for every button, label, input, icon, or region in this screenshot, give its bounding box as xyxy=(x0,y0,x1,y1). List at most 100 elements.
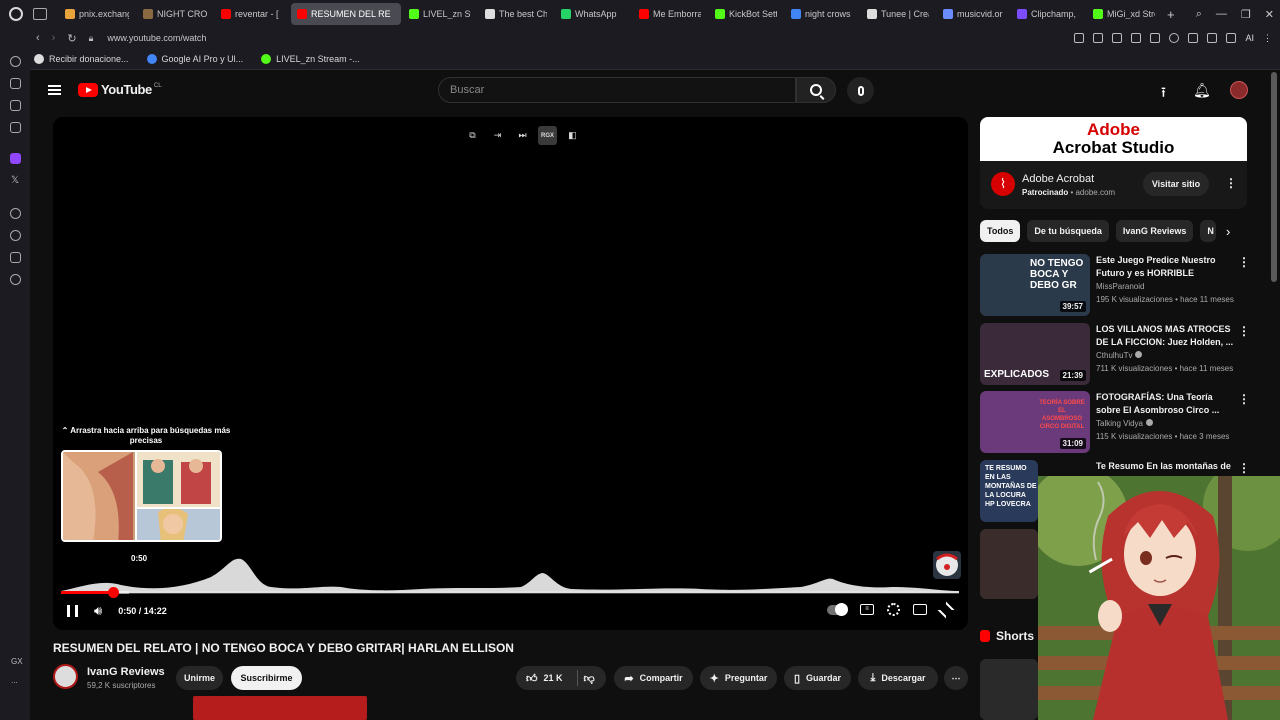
downloads-icon[interactable] xyxy=(1226,33,1237,43)
recommendation-card[interactable]: TEORÍA SOBRE EL ASOMBROSO CIRCO DIGITAL 3… xyxy=(980,391,1265,453)
miniplayer-button[interactable] xyxy=(913,604,927,615)
join-button[interactable]: Unirme xyxy=(176,666,223,690)
minimize-button[interactable]: — xyxy=(1216,8,1227,20)
browser-tab[interactable]: MiGi_xd Stre xyxy=(1087,3,1161,25)
player-sidebar-icon[interactable] xyxy=(10,208,21,219)
reload-button[interactable]: ↻ xyxy=(67,32,76,45)
maximize-button[interactable]: ❐ xyxy=(1241,8,1251,21)
browser-menu-icon[interactable]: ⋮ xyxy=(1263,33,1272,44)
share-button[interactable]: ➦ Compartir xyxy=(614,666,693,690)
recommendation-more-icon[interactable]: ⋮ xyxy=(1238,324,1250,338)
chips-next-arrow-icon[interactable]: › xyxy=(1226,224,1230,239)
twitch-icon[interactable] xyxy=(10,153,21,164)
filter-chip[interactable]: De tu búsqueda xyxy=(1027,220,1109,242)
partial-recommendation-thumbnail[interactable] xyxy=(980,529,1038,599)
url-field[interactable]: www.youtube.com/watch xyxy=(107,33,206,43)
bookmark-item[interactable]: Recibir donacione... xyxy=(34,53,129,64)
ad-banner[interactable]: Adobe Acrobat Studio xyxy=(980,117,1247,161)
filter-chip[interactable]: Todos xyxy=(980,220,1021,242)
browser-tab[interactable]: NIGHT CRO xyxy=(137,3,213,25)
shorts-thumbnail[interactable] xyxy=(980,659,1038,720)
heart-icon[interactable] xyxy=(1169,33,1180,43)
ad-more-icon[interactable]: ⋮ xyxy=(1225,176,1237,190)
recommendation-card[interactable]: EXPLICADOS 21:39 LOS VILLANOS MAS ATROCES … xyxy=(980,323,1265,385)
sidebar-more-icon[interactable]: ... xyxy=(11,676,18,685)
recommendation-thumbnail[interactable]: NO TENGO BOCA Y DEBO GR 39:57 xyxy=(980,254,1090,316)
side-panel-icon[interactable]: ◧ xyxy=(563,126,582,145)
page-scrollbar[interactable] xyxy=(1271,72,1277,282)
save-button[interactable]: ▯ Guardar xyxy=(784,666,851,690)
visit-site-button[interactable]: Visitar sitio xyxy=(1143,172,1209,196)
autoplay-toggle[interactable] xyxy=(827,602,848,616)
browser-tab[interactable]: WhatsApp xyxy=(555,3,631,25)
extensions-sidebar-icon[interactable] xyxy=(10,252,21,263)
speed-dial-icon[interactable] xyxy=(10,56,21,67)
browser-tab[interactable]: LIVEL_zn St xyxy=(403,3,477,25)
ask-button[interactable]: ✦ Preguntar xyxy=(700,666,777,690)
browser-tab[interactable]: night crows xyxy=(785,3,859,25)
channel-watermark[interactable] xyxy=(933,551,961,579)
shield-icon[interactable] xyxy=(1112,33,1123,43)
back-button[interactable]: ‹ xyxy=(36,32,40,44)
channel-name[interactable]: IvanG Reviews xyxy=(87,666,165,678)
vpn-icon[interactable] xyxy=(1131,33,1142,43)
browser-tab[interactable]: Tunee | Crea xyxy=(861,3,935,25)
bookmark-item[interactable]: LIVEL_zn Stream -... xyxy=(261,53,360,64)
bookmark-page-icon[interactable] xyxy=(1074,33,1085,43)
more-actions-button[interactable]: ⋯ xyxy=(944,666,968,690)
volume-icon[interactable]: 🔊︎ xyxy=(94,603,102,619)
bookmark-item[interactable]: Google AI Pro y Ul... xyxy=(146,53,243,64)
x-twitter-icon[interactable]: 𝕏 xyxy=(11,175,19,186)
recommendation-more-icon[interactable]: ⋮ xyxy=(1238,461,1250,475)
messenger-icon[interactable] xyxy=(10,122,21,133)
settings-gear-icon[interactable] xyxy=(887,603,900,616)
recommendation-title[interactable]: Este Juego Predice Nuestro Futuro y es H… xyxy=(1096,254,1236,280)
filter-chip[interactable]: N xyxy=(1200,220,1217,242)
recommendation-thumbnail[interactable]: TE RESUMO EN LAS MONTAÑAS DE LA LOCURA H… xyxy=(980,460,1038,522)
scrubber-handle[interactable] xyxy=(108,587,120,598)
recommendation-more-icon[interactable]: ⋮ xyxy=(1238,255,1250,269)
recommendation-title[interactable]: FOTOGRAFÍAS: Una Teoría sobre El Asombro… xyxy=(1096,391,1236,417)
recommendation-card[interactable]: NO TENGO BOCA Y DEBO GR 39:57 Este Juego P… xyxy=(980,254,1265,316)
video-player[interactable]: ⧉ ⇥ ⏭︎ RGX ◧ ⌃ Arrastra hacia arriba par… xyxy=(53,117,968,630)
pause-button[interactable] xyxy=(67,605,78,617)
download-button[interactable]: ⤓ Descargar xyxy=(858,666,938,690)
browser-tab[interactable]: musicvid.or xyxy=(937,3,1009,25)
user-avatar[interactable] xyxy=(1230,81,1248,99)
progress-bar[interactable] xyxy=(61,591,959,594)
player-icon[interactable] xyxy=(1150,33,1161,43)
recommendation-channel[interactable]: Talking Vidya xyxy=(1096,419,1153,428)
settings-icon[interactable] xyxy=(10,274,21,285)
browser-tab[interactable]: pnix.exchang xyxy=(59,3,135,25)
voice-search-button[interactable] xyxy=(847,77,874,104)
music-player-icon[interactable] xyxy=(10,78,21,89)
recommendation-title[interactable]: Te Resumo En las montañas de xyxy=(1096,460,1236,473)
new-tab-button[interactable]: + xyxy=(1167,7,1175,22)
lock-icon[interactable]: 🔒︎ xyxy=(89,33,94,44)
easy-files-icon[interactable] xyxy=(1207,33,1218,43)
fullscreen-button[interactable] xyxy=(937,601,955,618)
aria-ai-button[interactable]: AI xyxy=(1245,33,1254,43)
browser-tab[interactable]: Clipchamp, a xyxy=(1011,3,1085,25)
recommendation-channel[interactable]: CthulhuTv xyxy=(1096,351,1143,360)
forward-button[interactable]: › xyxy=(52,32,56,44)
tab-workspace-icon[interactable] xyxy=(33,8,47,20)
browser-tab[interactable]: KickBot Sett xyxy=(709,3,783,25)
tab-search-icon[interactable]: ⌕ xyxy=(1196,8,1202,21)
filter-chip[interactable]: IvanG Reviews xyxy=(1115,220,1194,242)
menu-icon[interactable] xyxy=(48,85,61,95)
subscribe-button[interactable]: Suscribirme xyxy=(231,666,302,690)
enter-icon[interactable]: ⇥ xyxy=(488,126,507,145)
notifications-bell-icon[interactable]: 🔔︎ xyxy=(1193,82,1211,99)
recommendation-thumbnail[interactable]: EXPLICADOS 21:39 xyxy=(980,323,1090,385)
popout-icon[interactable]: ⧉ xyxy=(463,126,482,145)
channel-avatar[interactable] xyxy=(53,664,78,689)
search-button[interactable] xyxy=(796,77,836,103)
recommendation-title[interactable]: LOS VILLANOS MAS ATROCES DE LA FICCION: … xyxy=(1096,323,1236,349)
gx-corner-icon[interactable] xyxy=(10,100,21,111)
dislike-icon[interactable]: 👎︎ xyxy=(584,672,595,685)
history-icon[interactable] xyxy=(10,230,21,241)
like-icon[interactable]: 👍︎ xyxy=(526,672,538,685)
snapshot-icon[interactable] xyxy=(1093,33,1104,43)
browser-tab[interactable]: reventar - [ xyxy=(215,3,289,25)
